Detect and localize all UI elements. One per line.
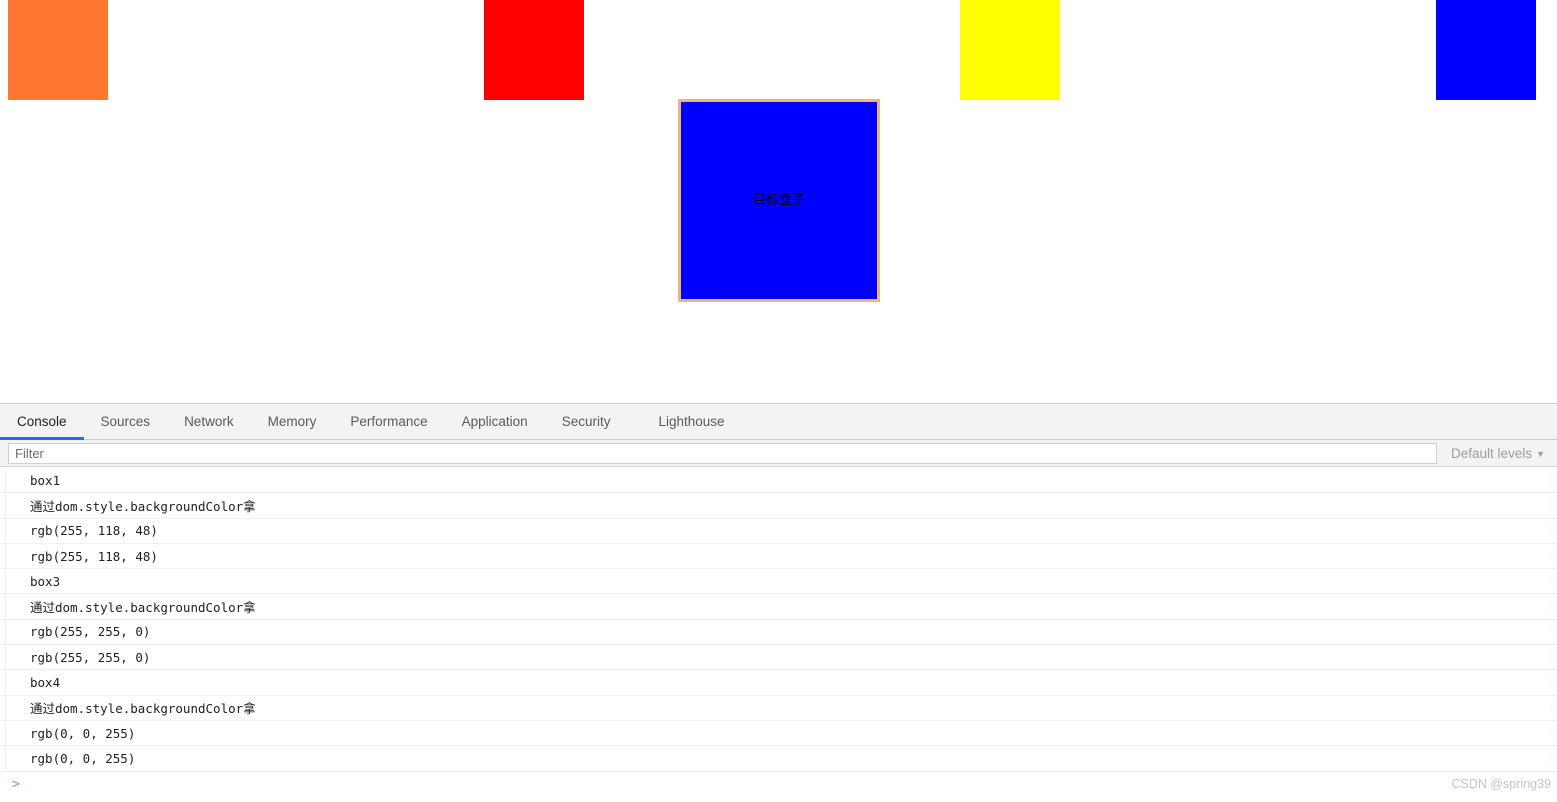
color-box-box1[interactable] <box>8 0 108 100</box>
console-message-row[interactable]: rgb(0, 0, 255) ⋮ <box>0 746 1557 772</box>
console-message-row[interactable]: 通过dom.style.backgroundColor拿 ⋮ <box>0 594 1557 620</box>
console-message-text: rgb(255, 255, 0) <box>30 649 151 665</box>
console-message-text: 通过dom.style.backgroundColor拿 <box>30 600 256 616</box>
tab-label: Memory <box>267 414 317 429</box>
tab-label: Security <box>561 414 611 429</box>
tab-label: Performance <box>350 414 428 429</box>
console-message-text: 通过dom.style.backgroundColor拿 <box>30 701 256 717</box>
message-source-link[interactable]: ⋮ <box>1535 501 1557 510</box>
console-message-row[interactable]: 通过dom.style.backgroundColor拿 ⋮ <box>0 695 1557 721</box>
message-source-link[interactable]: ⋮ <box>1535 476 1557 485</box>
tab-performance[interactable]: Performance <box>333 404 444 439</box>
console-prompt-input[interactable] <box>28 771 1557 798</box>
console-message-row[interactable]: rgb(255, 118, 48) ⋮ <box>0 543 1557 570</box>
page-viewport: 目标盒子 <box>0 0 1557 403</box>
tab-console[interactable]: Console <box>0 404 84 440</box>
console-message-row[interactable]: rgb(255, 118, 48) ⋮ <box>0 518 1557 544</box>
message-source-link[interactable]: ⋮ <box>1535 627 1557 636</box>
tab-label: Lighthouse <box>658 414 725 429</box>
tab-label: Application <box>461 414 528 429</box>
devtools-panel: Console Sources Network Memory Performance Ap… <box>0 403 1557 802</box>
console-message-row[interactable]: rgb(255, 255, 0) ⋮ <box>0 619 1557 646</box>
message-source-link[interactable]: ⋮ <box>1535 552 1557 561</box>
console-toolbar: Default levels ▼ <box>0 440 1557 467</box>
color-box-box4[interactable] <box>1436 0 1536 100</box>
chevron-down-icon: ▼ <box>1536 448 1545 459</box>
console-message-text: rgb(255, 118, 48) <box>30 523 158 539</box>
tab-label: Console <box>17 414 67 429</box>
console-message-row[interactable]: box4 ⋮ <box>0 670 1557 696</box>
message-source-link[interactable]: ⋮ <box>1535 729 1557 738</box>
target-box[interactable]: 目标盒子 <box>678 99 880 302</box>
devtools-window: 目标盒子 Console Sources Network Memory Performa… <box>0 0 1557 802</box>
tab-network[interactable]: Network <box>167 404 251 439</box>
target-box-label: 目标盒子 <box>752 193 805 208</box>
console-prompt-row[interactable]: > <box>0 771 1557 798</box>
message-source-link[interactable]: ⋮ <box>1535 526 1557 535</box>
tab-label: Network <box>184 414 234 429</box>
log-levels-dropdown[interactable]: Default levels ▼ <box>1437 446 1551 461</box>
tab-sources[interactable]: Sources <box>84 404 168 439</box>
color-box-box3[interactable] <box>960 0 1060 100</box>
prompt-chevron-icon: > <box>12 777 20 793</box>
console-message-text: 通过dom.style.backgroundColor拿 <box>30 498 256 514</box>
tab-lighthouse[interactable]: Lighthouse <box>641 404 741 439</box>
devtools-tabbar: Console Sources Network Memory Performance Ap… <box>0 404 1557 440</box>
console-message-text: rgb(0, 0, 255) <box>30 750 136 766</box>
message-source-link[interactable]: ⋮ <box>1535 678 1557 687</box>
filter-input[interactable] <box>8 442 1438 464</box>
message-source-link[interactable]: ⋮ <box>1535 703 1557 712</box>
console-message-row[interactable]: box3 ⋮ <box>0 569 1557 595</box>
console-message-text: rgb(255, 118, 48) <box>30 548 158 564</box>
console-message-row[interactable]: rgb(255, 255, 0) ⋮ <box>0 645 1557 671</box>
tab-memory[interactable]: Memory <box>251 404 334 439</box>
console-message-row[interactable]: rgb(0, 0, 255) ⋮ <box>0 720 1557 747</box>
console-message-text: box4 <box>30 675 61 691</box>
message-source-link[interactable]: ⋮ <box>1535 754 1557 763</box>
color-box-box2[interactable] <box>484 0 584 100</box>
console-message-text: box1 <box>30 472 61 488</box>
log-levels-label: Default levels <box>1451 445 1533 461</box>
message-source-link[interactable]: ⋮ <box>1535 653 1557 662</box>
tab-application[interactable]: Application <box>445 404 545 439</box>
tab-divider <box>627 404 641 439</box>
console-message-row[interactable]: 通过dom.style.backgroundColor拿 ⋮ <box>0 493 1557 519</box>
tab-security[interactable]: Security <box>545 404 628 439</box>
console-message-text: rgb(255, 255, 0) <box>30 624 151 640</box>
tab-label: Sources <box>100 414 151 429</box>
console-message-text: box3 <box>30 573 61 589</box>
console-message-list[interactable]: box1 ⋮ 通过dom.style.backgroundColor拿 ⋮ rgb(25… <box>0 468 1557 802</box>
message-source-link[interactable]: ⋮ <box>1535 602 1557 611</box>
console-message-text: rgb(0, 0, 255) <box>30 725 136 741</box>
message-source-link[interactable]: ⋮ <box>1535 577 1557 586</box>
console-message-row[interactable]: box1 ⋮ <box>0 468 1557 494</box>
